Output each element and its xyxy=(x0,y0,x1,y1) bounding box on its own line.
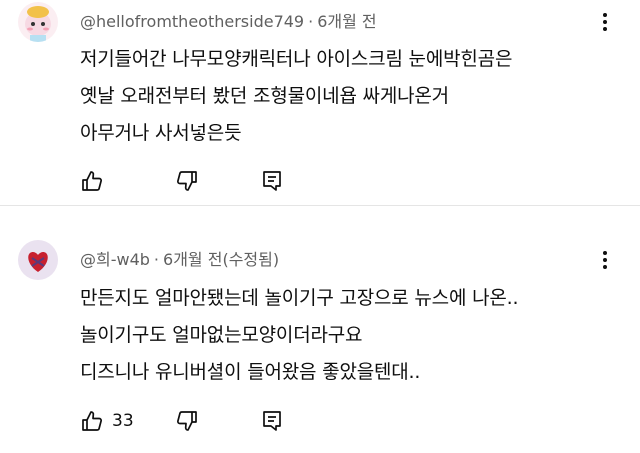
comment-text-line: 아무거나 사서넣은듯 xyxy=(80,122,242,144)
thumbs-down-icon xyxy=(176,411,197,431)
dislike-button[interactable] xyxy=(175,166,199,196)
dislike-button[interactable] xyxy=(175,406,199,436)
thumbs-down-icon xyxy=(176,171,197,191)
comment-meta: @hellofromtheotherside749 · 6개월 전 xyxy=(80,8,377,32)
like-count: 33 xyxy=(112,411,134,431)
avatar[interactable] xyxy=(18,2,58,42)
avatar-image xyxy=(18,2,58,42)
thumbs-up-icon xyxy=(82,171,103,191)
comment-author[interactable]: @희-w4b xyxy=(80,250,150,269)
reply-button[interactable] xyxy=(260,166,284,196)
meta-separator: · xyxy=(153,250,160,269)
comment-age[interactable]: 6개월 전 xyxy=(163,250,222,269)
comment-age[interactable]: 6개월 전 xyxy=(317,12,376,31)
thumbs-up-icon xyxy=(82,411,103,431)
reply-button[interactable] xyxy=(260,406,284,436)
avatar[interactable] xyxy=(18,240,58,280)
like-button[interactable]: 33 xyxy=(80,406,134,436)
avatar-image xyxy=(18,240,58,280)
comment-text-line: 만든지도 얼마안됐는데 놀이기구 고장으로 뉴스에 나온.. xyxy=(80,287,519,309)
reply-icon xyxy=(263,171,281,191)
comment-meta: @희-w4b · 6개월 전(수정됨) xyxy=(80,246,279,270)
edited-label: (수정됨) xyxy=(222,250,280,269)
comment-text-line: 디즈니나 유니버셜이 들어왔음 좋았을텐대.. xyxy=(80,361,421,383)
like-button[interactable] xyxy=(80,166,104,196)
comment-author[interactable]: @hellofromtheotherside749 xyxy=(80,12,304,31)
comment-divider xyxy=(0,205,640,206)
comment-text-line: 저기들어간 나무모양캐릭터나 아이스크림 눈에박힌곰은 xyxy=(80,48,513,70)
more-vert-icon[interactable] xyxy=(598,248,612,276)
comment-text-line: 놀이기구도 얼마없는모양이더라구요 xyxy=(80,324,363,346)
more-vert-icon[interactable] xyxy=(598,10,612,38)
meta-separator: · xyxy=(308,12,314,31)
reply-icon xyxy=(263,411,281,431)
comment-text-line: 옛날 오래전부터 봤던 조형물이네욥 싸게나온거 xyxy=(80,85,449,107)
